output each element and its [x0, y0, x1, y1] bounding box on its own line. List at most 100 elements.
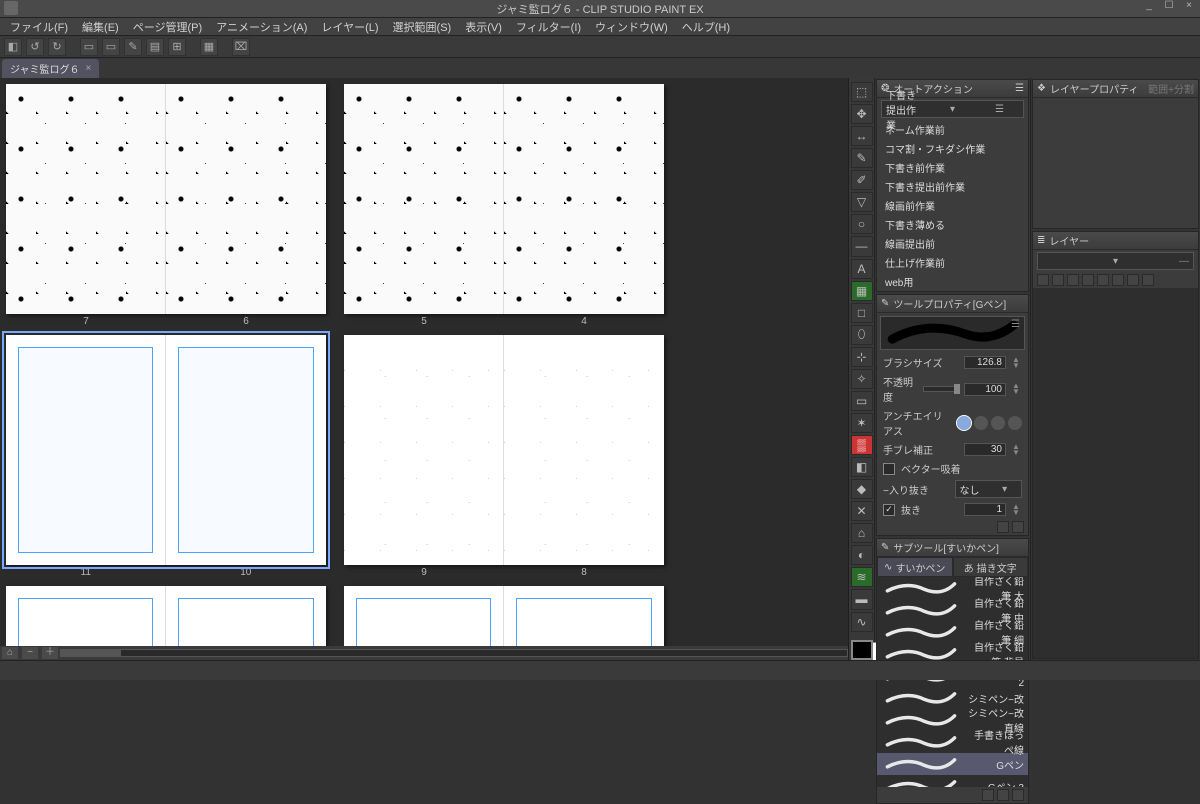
clip-dropdown[interactable]: なし ▾: [955, 480, 1023, 498]
page-thumbnail[interactable]: [504, 335, 664, 565]
page-thumbnail[interactable]: [344, 335, 504, 565]
menu-selection[interactable]: 選択範囲(S): [387, 18, 458, 36]
toolbar-icon[interactable]: ↺: [26, 38, 44, 56]
menu-icon[interactable]: ☰: [1011, 319, 1020, 330]
subtool-item[interactable]: Gペン 2: [877, 775, 1028, 787]
menu-filter[interactable]: フィルター(I): [510, 18, 587, 36]
tool-strip-button[interactable]: ≋: [851, 567, 873, 587]
color-swatch[interactable]: [851, 640, 873, 660]
subtool-tab-active[interactable]: ∿ すいかペン: [877, 557, 953, 577]
wrench-icon[interactable]: [1012, 521, 1024, 533]
panel-icon[interactable]: [982, 789, 994, 801]
menu-edit[interactable]: 編集(E): [76, 18, 125, 36]
nuki-value[interactable]: 1: [964, 503, 1006, 516]
menu-page[interactable]: ページ管理(P): [127, 18, 208, 36]
toolbar-icon[interactable]: ◧: [4, 38, 22, 56]
page-thumbnail[interactable]: [6, 84, 166, 314]
tool-strip-button[interactable]: ▽: [851, 192, 873, 212]
tool-strip-button[interactable]: A: [851, 259, 873, 279]
toolbar-icon[interactable]: ▭: [102, 38, 120, 56]
tool-strip-button[interactable]: ▭: [851, 391, 873, 411]
menu-window[interactable]: ウィンドウ(W): [589, 18, 674, 36]
spread[interactable]: 1110: [6, 335, 326, 578]
tool-strip-button[interactable]: ✧: [851, 369, 873, 389]
tool-strip-button[interactable]: ⌂: [851, 523, 873, 543]
trash-icon[interactable]: [1012, 789, 1024, 801]
opacity-value[interactable]: 100: [964, 383, 1006, 396]
stepper-icon[interactable]: ▲▼: [1012, 357, 1022, 369]
layer-icon[interactable]: [1052, 274, 1064, 286]
tool-strip-button[interactable]: ⬯: [851, 325, 873, 345]
tool-strip-button[interactable]: ⊹: [851, 347, 873, 367]
autoaction-item[interactable]: ネーム作業前: [877, 120, 1028, 139]
window-minimize-button[interactable]: _: [1142, 0, 1156, 11]
tool-strip-button[interactable]: ◆: [851, 479, 873, 499]
tool-strip-button[interactable]: ✐: [851, 170, 873, 190]
panel-menu-icon[interactable]: ☰: [1015, 83, 1024, 94]
zoom-scroll-bar[interactable]: ⌂ − ＋: [0, 646, 848, 660]
autoaction-item[interactable]: 下書き薄める: [877, 215, 1028, 234]
document-tab[interactable]: ジャミ監ログ６ ×: [2, 59, 99, 78]
tool-strip-button[interactable]: ▒: [851, 435, 873, 455]
toolbar-icon[interactable]: ↻: [48, 38, 66, 56]
page-thumbnail[interactable]: [166, 335, 326, 565]
layer-list[interactable]: [1033, 288, 1198, 658]
tool-strip-button[interactable]: ▦: [851, 281, 873, 301]
page-thumbnail[interactable]: [166, 84, 326, 314]
menu-animation[interactable]: アニメーション(A): [210, 18, 313, 36]
opacity-slider[interactable]: [923, 386, 959, 392]
window-close-button[interactable]: ×: [1182, 0, 1196, 11]
layer-icon[interactable]: [1112, 274, 1124, 286]
menu-file[interactable]: ファイル(F): [4, 18, 74, 36]
tool-strip-button[interactable]: ∿: [851, 612, 873, 632]
antialias-selector[interactable]: [957, 416, 1022, 430]
toolbar-icon[interactable]: ⌧: [232, 38, 250, 56]
tool-strip-button[interactable]: ○: [851, 214, 873, 234]
menu-view[interactable]: 表示(V): [459, 18, 508, 36]
tool-strip-button[interactable]: ⬚: [851, 82, 873, 102]
panel-menu-icon[interactable]: ☰: [976, 104, 1023, 115]
autoaction-item[interactable]: コマ割・フキダシ作業: [877, 139, 1028, 158]
toolbar-icon[interactable]: ▤: [146, 38, 164, 56]
autoaction-item[interactable]: web用: [877, 272, 1028, 291]
layer-icon[interactable]: [1127, 274, 1139, 286]
home-icon[interactable]: ⌂: [2, 647, 18, 659]
autoaction-item[interactable]: 下書き前作業: [877, 158, 1028, 177]
layer-blend-dropdown[interactable]: ▾ —: [1037, 252, 1194, 270]
layer-icon[interactable]: [1037, 274, 1049, 286]
subtool-item[interactable]: 手書きほっぺ線: [877, 731, 1028, 753]
brush-size-value[interactable]: 126.8: [964, 356, 1006, 369]
toolbar-icon[interactable]: ⊞: [168, 38, 186, 56]
zoom-in-button[interactable]: ＋: [42, 647, 58, 659]
page-thumbnail[interactable]: [504, 84, 664, 314]
tool-strip-button[interactable]: ✎: [851, 148, 873, 168]
page-thumbnail[interactable]: [166, 586, 326, 646]
tool-strip-button[interactable]: □: [851, 303, 873, 323]
tool-strip-button[interactable]: —: [851, 236, 873, 256]
toolbar-icon[interactable]: ▭: [80, 38, 98, 56]
panel-icon[interactable]: [997, 789, 1009, 801]
nuki-checkbox[interactable]: ✓: [883, 504, 895, 516]
layer-icon[interactable]: [1142, 274, 1154, 286]
layer-icon[interactable]: [1097, 274, 1109, 286]
toolbar-icon[interactable]: ▦: [200, 38, 218, 56]
panel-icon[interactable]: [997, 521, 1009, 533]
page-thumbnail[interactable]: [344, 586, 504, 646]
spread[interactable]: 76: [6, 84, 326, 327]
spread[interactable]: 98: [344, 335, 664, 578]
tool-strip-button[interactable]: ↔: [851, 126, 873, 146]
stepper-icon[interactable]: ▲▼: [1012, 504, 1022, 516]
zoom-out-button[interactable]: −: [22, 647, 38, 659]
tool-strip-button[interactable]: ◧: [851, 457, 873, 477]
subtool-tab-inactive[interactable]: あ 描き文字: [953, 557, 1029, 577]
autoaction-item[interactable]: 下書き提出前作業: [877, 177, 1028, 196]
stepper-icon[interactable]: ▲▼: [1012, 444, 1022, 456]
spread[interactable]: [6, 586, 326, 646]
tool-strip-button[interactable]: ✥: [851, 104, 873, 124]
spread[interactable]: [344, 586, 664, 646]
page-thumbnail[interactable]: [6, 586, 166, 646]
menu-layer[interactable]: レイヤー(L): [315, 18, 384, 36]
autoaction-item[interactable]: 仕上げ作業前: [877, 253, 1028, 272]
spread[interactable]: 54: [344, 84, 664, 327]
subtool-item[interactable]: Gペン: [877, 753, 1028, 775]
